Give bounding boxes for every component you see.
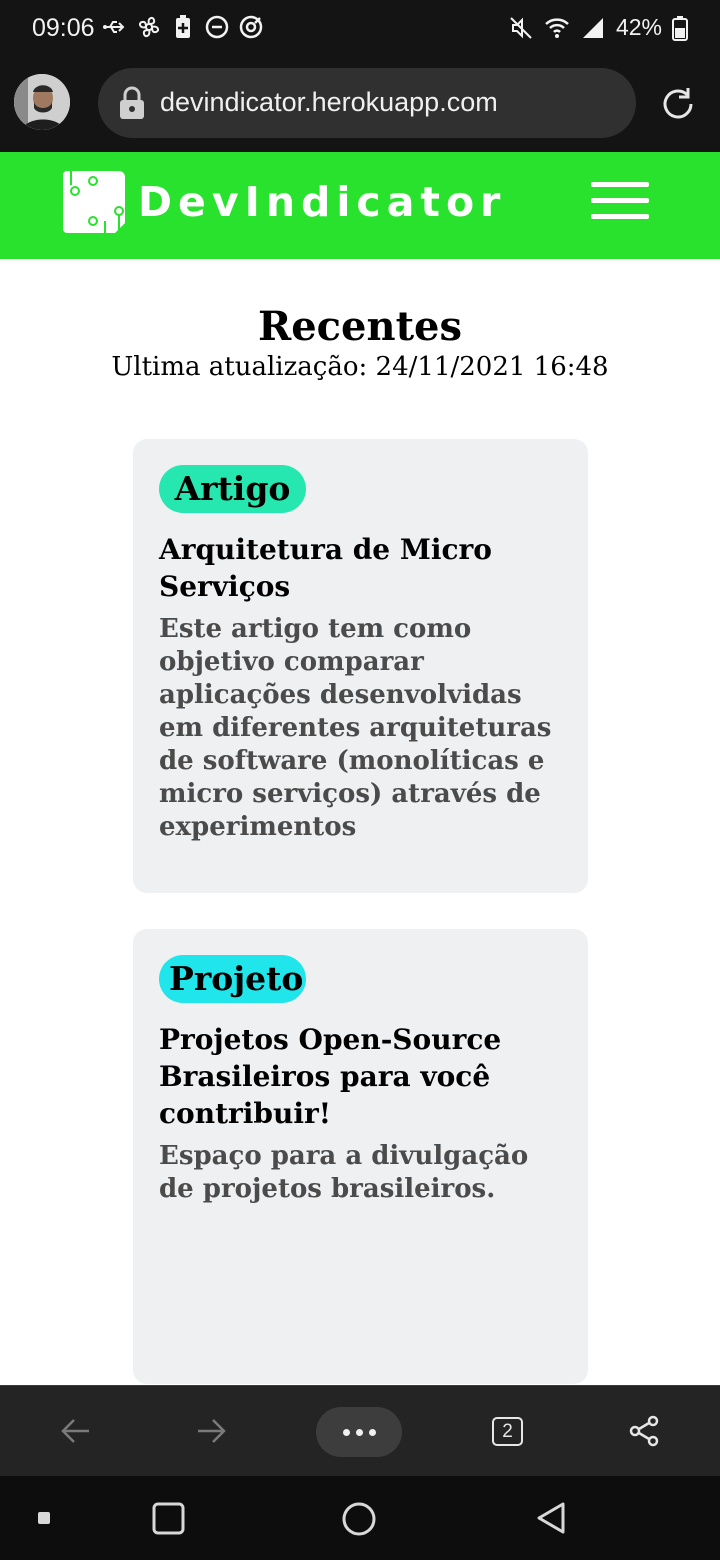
signal-icon (582, 17, 603, 38)
tab-switcher-icon[interactable]: 2 (492, 1417, 523, 1446)
battery-percentage: 42% (615, 14, 662, 40)
android-navigation-bar (0, 1476, 720, 1560)
hamburger-menu-icon[interactable] (591, 180, 649, 222)
mute-icon (510, 16, 532, 39)
avatar-photo (14, 74, 70, 130)
wifi-icon (545, 17, 569, 38)
more-icon[interactable] (316, 1407, 402, 1457)
do-not-disturb-icon (205, 15, 229, 39)
recents-dot-icon[interactable] (38, 1512, 50, 1524)
url-field[interactable]: devindicator.herokuapp.com (98, 68, 636, 138)
card-title[interactable]: Arquitetura de Micro Serviços (159, 531, 569, 605)
overview-icon[interactable] (152, 1502, 185, 1535)
fan-icon (138, 16, 160, 38)
data-saver-icon (239, 15, 263, 39)
back-arrow-icon[interactable] (53, 1408, 99, 1454)
browser-bottom-toolbar: 2 (0, 1385, 720, 1476)
battery-saver-icon (176, 15, 190, 38)
battery-icon (672, 15, 688, 41)
recent-card[interactable]: Artigo Arquitetura de Micro Serviços Est… (133, 439, 588, 893)
recent-card[interactable]: Projeto Projetos Open-Source Brasileiros… (133, 929, 588, 1384)
card-category-badge: Artigo (159, 465, 306, 513)
url-text: devindicator.herokuapp.com (160, 87, 498, 117)
status-bar: 09:06 42% (0, 0, 720, 56)
lock-icon (120, 86, 144, 119)
browser-address-bar: devindicator.herokuapp.com (0, 56, 720, 152)
status-left-icons (102, 14, 264, 40)
home-icon[interactable] (342, 1502, 376, 1536)
card-description: Este artigo tem como objetivo comparar a… (159, 614, 552, 842)
page-title: Recentes (257, 303, 463, 350)
card-description: Espaço para a divulgação de projetos bra… (159, 1141, 529, 1204)
brand-name[interactable]: DevIndicator (138, 178, 506, 226)
back-icon[interactable] (535, 1501, 567, 1535)
reload-icon[interactable] (658, 84, 698, 124)
card-category-badge: Projeto (159, 955, 306, 1003)
status-time: 09:06 (32, 14, 95, 42)
status-right-icons: 42% (508, 14, 688, 41)
last-update-text: Ultima atualização: 24/11/2021 16:48 (111, 352, 609, 382)
site-header: DevIndicator (0, 152, 720, 259)
logo-icon[interactable] (63, 171, 125, 233)
profile-avatar[interactable] (14, 74, 70, 130)
share-icon[interactable] (621, 1408, 667, 1454)
usb-icon (103, 21, 125, 33)
card-title[interactable]: Projetos Open-Source Brasileiros para vo… (159, 1021, 569, 1132)
forward-arrow-icon[interactable] (188, 1408, 234, 1454)
